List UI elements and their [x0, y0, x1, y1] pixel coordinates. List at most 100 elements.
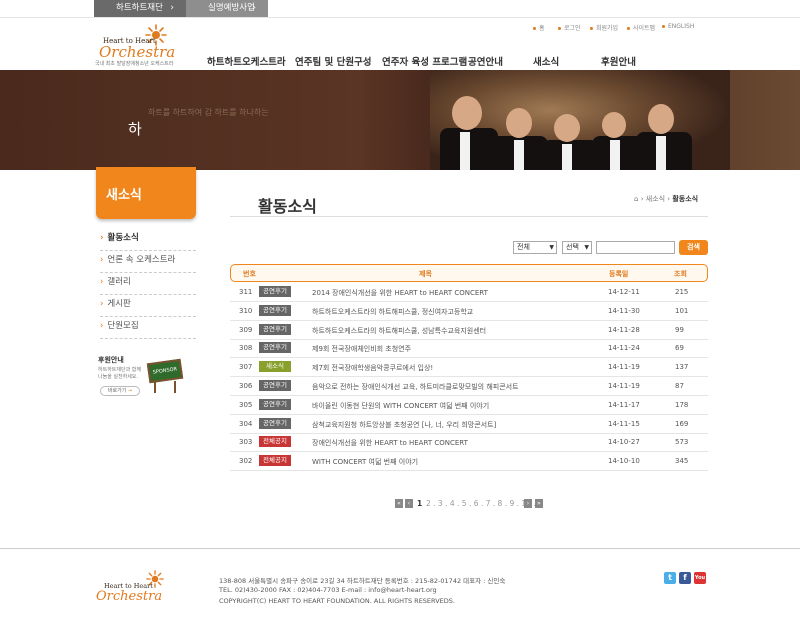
row-title-link[interactable]: 제7회 전국장애학생음악콩쿠르에서 입상!: [312, 363, 433, 373]
row-views: 137: [675, 363, 689, 372]
support-go-button[interactable]: 바로가기 →: [100, 386, 140, 396]
top-tab-blindness[interactable]: 실명예방사업 ›: [186, 0, 268, 17]
divider: [230, 216, 708, 217]
util-link-english[interactable]: ENGLISH: [662, 23, 694, 30]
pager-prev-button[interactable]: ‹: [405, 499, 413, 508]
table-row[interactable]: 309 공연후기 하트하트오케스트라의 하트해피스쿨, 성남특수교육지원센터 14-1…: [230, 321, 708, 340]
row-number: 311: [239, 288, 253, 296]
site-logo[interactable]: Heart to Heart Orchestra 국내 최초 발달장애청소년 오…: [95, 24, 205, 69]
row-number: 303: [239, 438, 253, 447]
row-title-link[interactable]: 2014 장애인식개선을 위한 HEART to HEART CONCERT: [312, 288, 488, 298]
row-number: 309: [239, 325, 253, 334]
home-icon[interactable]: ⌂: [634, 195, 638, 203]
side-item-label: 갤러리: [107, 277, 131, 287]
youtube-icon[interactable]: You: [694, 572, 706, 584]
twitter-icon[interactable]: t: [664, 572, 676, 584]
search-field-select[interactable]: 선택 ▼: [562, 241, 592, 254]
side-item-press[interactable]: › 언론 속 오케스트라: [100, 251, 196, 273]
util-link-home[interactable]: 홈: [533, 23, 545, 32]
gnb-programs[interactable]: 연주자 육성 프로그램: [382, 54, 467, 68]
util-label: 홈: [539, 25, 545, 32]
row-title-link[interactable]: WITH CONCERT 여덟 번째 이야기: [312, 457, 418, 467]
chevron-right-icon: ›: [252, 3, 256, 13]
footer-logo: Heart to Heart Orchestra: [94, 570, 164, 610]
category-badge: 공연후기: [259, 304, 291, 316]
row-date: 14-11-17: [608, 400, 640, 409]
category-badge: 전체공지: [259, 455, 291, 467]
chevron-right-icon: ›: [100, 233, 104, 243]
gnb-orchestra[interactable]: 하트하트오케스트라: [207, 54, 286, 68]
chevron-right-icon: ›: [100, 277, 104, 287]
row-title-link[interactable]: 하트하트오케스트라의 하트해피스쿨, 성남특수교육지원센터: [312, 326, 486, 336]
col-date: 등록일: [609, 270, 629, 278]
gnb-concerts[interactable]: 공연안내: [468, 54, 503, 68]
table-row[interactable]: 308 공연후기 제9회 전국장애체인비회 초청연주 14-11-24 69: [230, 339, 708, 359]
logo-wordmark: Orchestra: [99, 43, 176, 61]
util-link-login[interactable]: 로그인: [558, 23, 581, 32]
row-views: 99: [675, 325, 684, 334]
footer-address: 138-808 서울특별시 송파구 송이로 23길 34 하트하트재단 등록번호…: [219, 577, 506, 585]
side-item-gallery[interactable]: › 갤러리: [100, 273, 196, 295]
table-row[interactable]: 305 공연후기 바이올린 이동현 단원의 WITH CONCERT 여덟 번째 이…: [230, 396, 708, 415]
side-item-board[interactable]: › 게시판: [100, 295, 196, 317]
side-item-recruit[interactable]: › 단원모집: [100, 317, 196, 339]
side-item-label: 활동소식: [107, 233, 139, 243]
table-row[interactable]: 302 전체공지 WITH CONCERT 여덟 번째 이야기 14-10-10 345: [230, 452, 708, 472]
search-input[interactable]: [596, 241, 675, 254]
gnb-support[interactable]: 후원안내: [601, 54, 636, 68]
table-row[interactable]: 310 공연후기 하트하트오케스트라의 하트해피스쿨, 정신여자고등학교 14-11-…: [230, 302, 708, 321]
table-row[interactable]: 307 새소식 제7회 전국장애학생음악콩쿠르에서 입상! 14-11-19 137: [230, 358, 708, 378]
row-title-link[interactable]: 제9회 전국장애체인비회 초청연주: [312, 344, 411, 354]
util-link-join[interactable]: 회원가입: [590, 23, 618, 32]
footer-copyright: COPYRIGHT(C) HEART TO HEART FOUNDATION. …: [219, 597, 455, 605]
category-badge: 새소식: [259, 361, 291, 373]
row-title-link[interactable]: 음악으로 전하는 장애인식개선 교육, 하트미라클로맞모빌의 해피콘서트: [312, 382, 519, 392]
row-date: 14-11-24: [608, 344, 640, 353]
support-text: 나눔을 실천하세요.: [98, 374, 138, 380]
breadcrumb-current: 활동소식: [672, 195, 699, 203]
pager-next-button[interactable]: ›: [524, 499, 532, 508]
breadcrumb-parent[interactable]: 새소식: [646, 195, 665, 203]
row-views: 101: [675, 306, 689, 315]
category-badge: 공연후기: [259, 417, 291, 429]
row-title-link[interactable]: 하트하트오케스트라의 하트해피스쿨, 정신여자고등학교: [312, 307, 473, 317]
pager-current[interactable]: 1: [417, 499, 422, 508]
search-button[interactable]: 검색: [679, 240, 708, 255]
row-number: 308: [239, 344, 253, 353]
row-title-link[interactable]: 장애인식개선을 위한 HEART to HEART CONCERT: [312, 438, 468, 448]
chevron-right-icon: ›: [100, 255, 104, 265]
row-date: 14-10-10: [608, 457, 640, 466]
row-views: 215: [675, 288, 689, 296]
table-row[interactable]: 306 공연후기 음악으로 전하는 장애인식개선 교육, 하트미라클로맞모빌의 해피…: [230, 377, 708, 396]
row-date: 14-12-11: [608, 288, 640, 296]
page-title: 활동소식: [258, 197, 317, 216]
gnb-news[interactable]: 새소식: [533, 54, 559, 68]
row-number: 302: [239, 457, 253, 466]
table-row[interactable]: 304 공연후기 삼척교육지원청 하트앙상블 초청공연 [나, 너, 우리 희망콘서…: [230, 415, 708, 434]
sign-leg: [154, 381, 156, 393]
facebook-icon[interactable]: f: [679, 572, 691, 584]
side-item-label: 언론 속 오케스트라: [107, 255, 176, 265]
util-label: 사이트맵: [633, 25, 656, 32]
col-views: 조회: [674, 270, 687, 278]
pager-pages[interactable]: 2 . 3 . 4 . 5 . 6 . 7 . 8 . 9 . 10 .: [426, 499, 536, 508]
category-badge: 전체공지: [259, 436, 291, 448]
gnb-members[interactable]: 연주팀 및 단원구성: [295, 54, 372, 68]
table-row[interactable]: 303 전체공지 장애인식개선을 위한 HEART to HEART CONCERT…: [230, 433, 708, 453]
util-link-sitemap[interactable]: 사이트맵: [627, 23, 655, 32]
category-badge: 공연후기: [259, 398, 291, 410]
side-item-activity[interactable]: › 활동소식: [100, 229, 196, 251]
pager-first-button[interactable]: «: [395, 499, 403, 508]
support-banner[interactable]: 후원안내 하트하트재단과 함께 나눔을 실천하세요. 바로가기 → SPONSO…: [98, 353, 194, 399]
hero-banner: [0, 70, 800, 170]
top-tab-foundation[interactable]: 하트하트재단 ›: [94, 0, 186, 17]
logo-subtitle: 국내 최초 발달장애청소년 오케스트라: [95, 61, 174, 67]
util-label: ENGLISH: [668, 23, 695, 30]
search-scope-select[interactable]: 전체 ▼: [513, 241, 557, 254]
chevron-right-icon: ›: [100, 299, 104, 309]
pager-last-button[interactable]: »: [535, 499, 543, 508]
row-title-link[interactable]: 삼척교육지원청 하트앙상블 초청공연 [나, 너, 우리 희망콘서트]: [312, 420, 496, 430]
row-date: 14-10-27: [608, 438, 640, 447]
table-row[interactable]: 311 공연후기 2014 장애인식개선을 위한 HEART to HEART CO…: [230, 283, 708, 302]
row-title-link[interactable]: 바이올린 이동현 단원의 WITH CONCERT 여덟 번째 이야기: [312, 401, 489, 411]
